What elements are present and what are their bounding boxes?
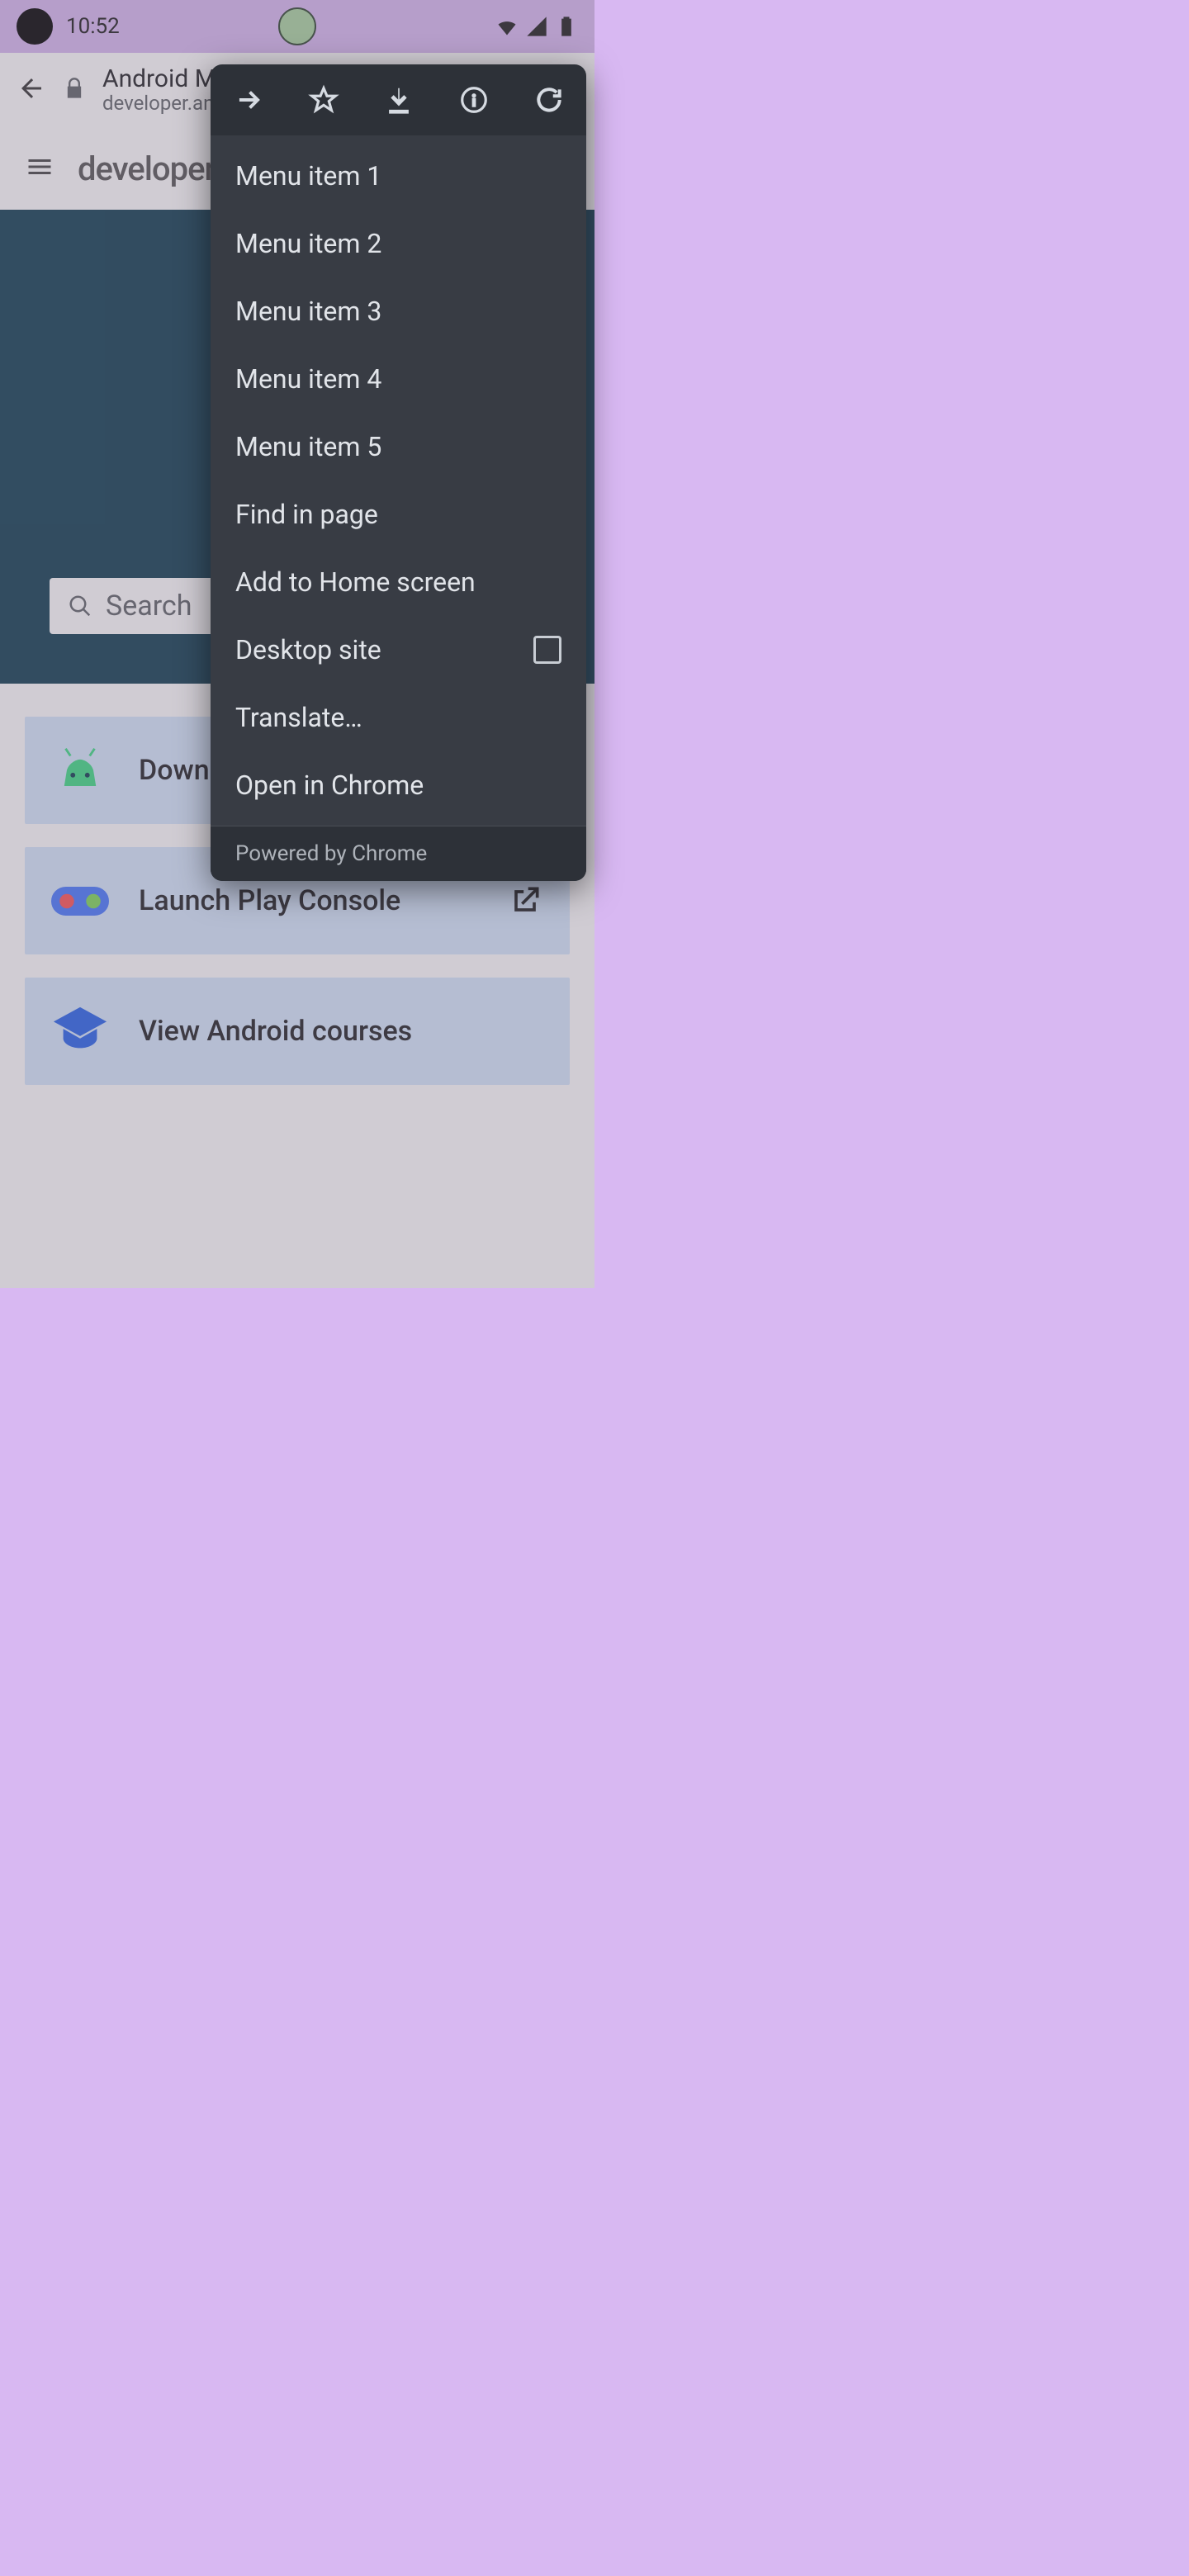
menu-item-find-in-page[interactable]: Find in page [211, 481, 586, 548]
reload-button[interactable] [530, 81, 568, 119]
overflow-menu: Menu item 1 Menu item 2 Menu item 3 Menu… [211, 64, 586, 881]
menu-item-1[interactable]: Menu item 1 [211, 142, 586, 210]
desktop-site-checkbox[interactable] [533, 636, 561, 664]
menu-item-list: Menu item 1 Menu item 2 Menu item 3 Menu… [211, 135, 586, 826]
menu-footer: Powered by Chrome [211, 826, 586, 881]
menu-item-open-in-chrome[interactable]: Open in Chrome [211, 751, 586, 819]
menu-item-translate[interactable]: Translate… [211, 684, 586, 751]
forward-button[interactable] [230, 81, 268, 119]
menu-item-add-to-home[interactable]: Add to Home screen [211, 548, 586, 616]
menu-item-4[interactable]: Menu item 4 [211, 345, 586, 413]
menu-item-3[interactable]: Menu item 3 [211, 277, 586, 345]
menu-item-5[interactable]: Menu item 5 [211, 413, 586, 481]
download-button[interactable] [380, 81, 418, 119]
bookmark-button[interactable] [305, 81, 343, 119]
menu-icon-row [211, 64, 586, 135]
menu-item-desktop-site[interactable]: Desktop site [211, 616, 586, 684]
page-info-button[interactable] [455, 81, 493, 119]
menu-item-2[interactable]: Menu item 2 [211, 210, 586, 277]
